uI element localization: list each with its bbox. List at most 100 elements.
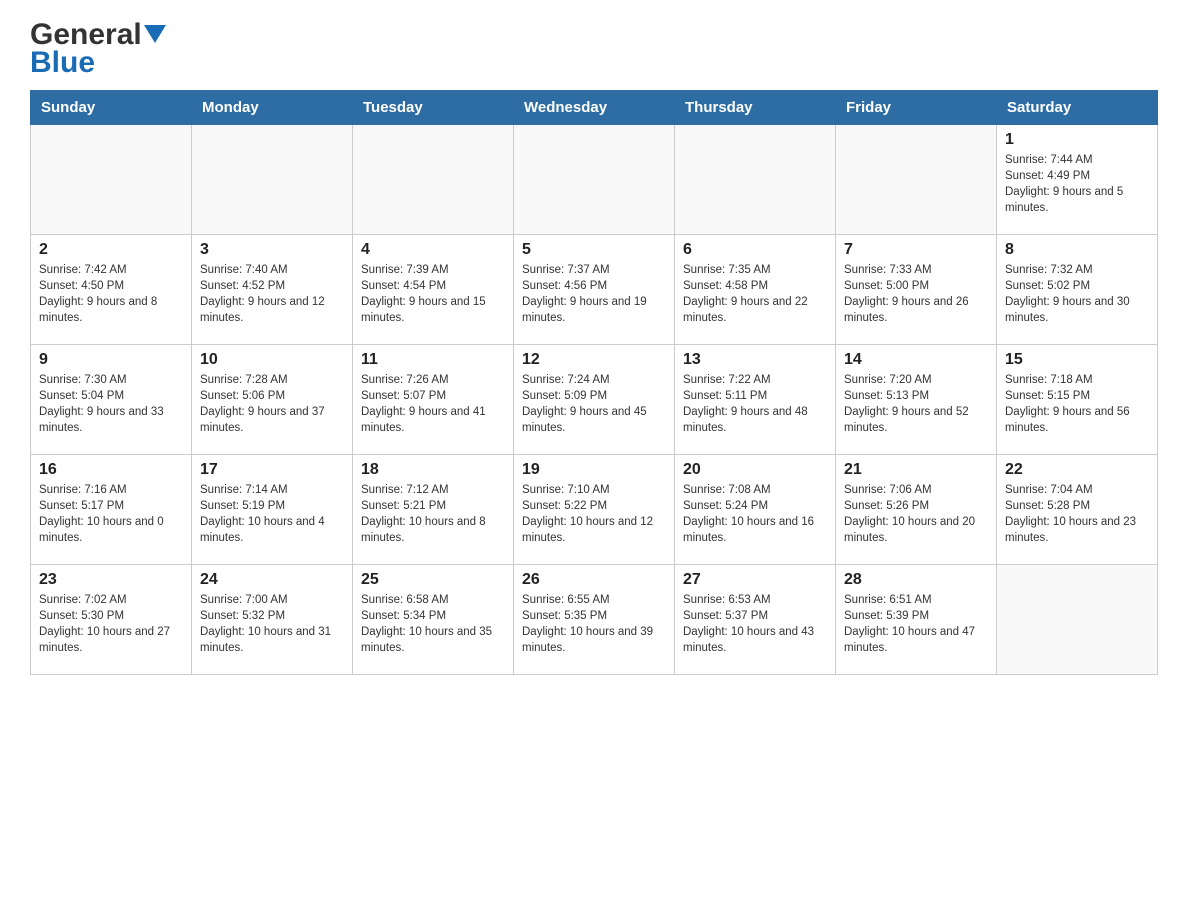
calendar-cell: 26 Sunrise: 6:55 AMSunset: 5:35 PMDayligh… <box>514 565 675 675</box>
day-number: 6 <box>683 241 827 259</box>
calendar-cell: 2 Sunrise: 7:42 AMSunset: 4:50 PMDaylight… <box>31 235 192 345</box>
calendar-cell: 3 Sunrise: 7:40 AMSunset: 4:52 PMDaylight… <box>192 235 353 345</box>
calendar-cell: 16 Sunrise: 7:16 AMSunset: 5:17 PMDayligh… <box>31 455 192 565</box>
day-info: Sunrise: 6:53 AMSunset: 5:37 PMDaylight:… <box>683 592 827 656</box>
calendar-cell: 24 Sunrise: 7:00 AMSunset: 5:32 PMDayligh… <box>192 565 353 675</box>
calendar-cell <box>675 125 836 235</box>
day-info: Sunrise: 6:51 AMSunset: 5:39 PMDaylight:… <box>844 592 988 656</box>
day-info: Sunrise: 7:08 AMSunset: 5:24 PMDaylight:… <box>683 482 827 546</box>
day-number: 1 <box>1005 131 1149 149</box>
calendar-cell: 15 Sunrise: 7:18 AMSunset: 5:15 PMDayligh… <box>997 345 1158 455</box>
day-number: 10 <box>200 351 344 369</box>
calendar-cell: 8 Sunrise: 7:32 AMSunset: 5:02 PMDaylight… <box>997 235 1158 345</box>
day-info: Sunrise: 7:12 AMSunset: 5:21 PMDaylight:… <box>361 482 505 546</box>
day-info: Sunrise: 7:44 AMSunset: 4:49 PMDaylight:… <box>1005 152 1149 216</box>
calendar-cell: 17 Sunrise: 7:14 AMSunset: 5:19 PMDayligh… <box>192 455 353 565</box>
day-number: 8 <box>1005 241 1149 259</box>
weekday-header-wednesday: Wednesday <box>514 91 675 125</box>
day-number: 7 <box>844 241 988 259</box>
calendar-cell <box>31 125 192 235</box>
day-number: 11 <box>361 351 505 369</box>
calendar-cell: 6 Sunrise: 7:35 AMSunset: 4:58 PMDaylight… <box>675 235 836 345</box>
day-info: Sunrise: 7:26 AMSunset: 5:07 PMDaylight:… <box>361 372 505 436</box>
day-number: 23 <box>39 571 183 589</box>
calendar-cell: 25 Sunrise: 6:58 AMSunset: 5:34 PMDayligh… <box>353 565 514 675</box>
calendar-cell: 23 Sunrise: 7:02 AMSunset: 5:30 PMDayligh… <box>31 565 192 675</box>
day-number: 12 <box>522 351 666 369</box>
day-number: 21 <box>844 461 988 479</box>
calendar-cell: 12 Sunrise: 7:24 AMSunset: 5:09 PMDayligh… <box>514 345 675 455</box>
calendar-cell: 4 Sunrise: 7:39 AMSunset: 4:54 PMDaylight… <box>353 235 514 345</box>
calendar-cell: 22 Sunrise: 7:04 AMSunset: 5:28 PMDayligh… <box>997 455 1158 565</box>
day-number: 13 <box>683 351 827 369</box>
day-number: 15 <box>1005 351 1149 369</box>
day-number: 4 <box>361 241 505 259</box>
logo-blue: Blue <box>30 46 95 80</box>
day-info: Sunrise: 7:16 AMSunset: 5:17 PMDaylight:… <box>39 482 183 546</box>
day-info: Sunrise: 7:35 AMSunset: 4:58 PMDaylight:… <box>683 262 827 326</box>
day-number: 24 <box>200 571 344 589</box>
day-info: Sunrise: 7:42 AMSunset: 4:50 PMDaylight:… <box>39 262 183 326</box>
day-info: Sunrise: 7:20 AMSunset: 5:13 PMDaylight:… <box>844 372 988 436</box>
day-number: 3 <box>200 241 344 259</box>
weekday-header-friday: Friday <box>836 91 997 125</box>
calendar-cell: 11 Sunrise: 7:26 AMSunset: 5:07 PMDayligh… <box>353 345 514 455</box>
day-info: Sunrise: 7:22 AMSunset: 5:11 PMDaylight:… <box>683 372 827 436</box>
day-number: 9 <box>39 351 183 369</box>
calendar-cell: 19 Sunrise: 7:10 AMSunset: 5:22 PMDayligh… <box>514 455 675 565</box>
page-header: General Blue <box>30 20 1158 80</box>
day-info: Sunrise: 7:10 AMSunset: 5:22 PMDaylight:… <box>522 482 666 546</box>
day-info: Sunrise: 7:04 AMSunset: 5:28 PMDaylight:… <box>1005 482 1149 546</box>
calendar-cell <box>836 125 997 235</box>
day-info: Sunrise: 7:14 AMSunset: 5:19 PMDaylight:… <box>200 482 344 546</box>
day-number: 27 <box>683 571 827 589</box>
calendar-cell <box>997 565 1158 675</box>
weekday-header-tuesday: Tuesday <box>353 91 514 125</box>
day-info: Sunrise: 7:30 AMSunset: 5:04 PMDaylight:… <box>39 372 183 436</box>
calendar-cell: 14 Sunrise: 7:20 AMSunset: 5:13 PMDayligh… <box>836 345 997 455</box>
day-info: Sunrise: 7:24 AMSunset: 5:09 PMDaylight:… <box>522 372 666 436</box>
calendar-cell <box>192 125 353 235</box>
logo-arrow-icon <box>144 25 166 47</box>
day-number: 18 <box>361 461 505 479</box>
calendar-cell: 9 Sunrise: 7:30 AMSunset: 5:04 PMDaylight… <box>31 345 192 455</box>
day-info: Sunrise: 7:02 AMSunset: 5:30 PMDaylight:… <box>39 592 183 656</box>
weekday-header-sunday: Sunday <box>31 91 192 125</box>
calendar-cell: 28 Sunrise: 6:51 AMSunset: 5:39 PMDayligh… <box>836 565 997 675</box>
calendar-cell <box>514 125 675 235</box>
day-number: 25 <box>361 571 505 589</box>
calendar-cell <box>353 125 514 235</box>
day-info: Sunrise: 7:37 AMSunset: 4:56 PMDaylight:… <box>522 262 666 326</box>
day-number: 5 <box>522 241 666 259</box>
day-number: 19 <box>522 461 666 479</box>
weekday-header-saturday: Saturday <box>997 91 1158 125</box>
day-number: 28 <box>844 571 988 589</box>
day-number: 16 <box>39 461 183 479</box>
day-info: Sunrise: 7:40 AMSunset: 4:52 PMDaylight:… <box>200 262 344 326</box>
weekday-header-monday: Monday <box>192 91 353 125</box>
day-info: Sunrise: 7:39 AMSunset: 4:54 PMDaylight:… <box>361 262 505 326</box>
calendar-table: SundayMondayTuesdayWednesdayThursdayFrid… <box>30 90 1158 675</box>
day-info: Sunrise: 7:00 AMSunset: 5:32 PMDaylight:… <box>200 592 344 656</box>
day-number: 26 <box>522 571 666 589</box>
day-number: 17 <box>200 461 344 479</box>
day-info: Sunrise: 6:55 AMSunset: 5:35 PMDaylight:… <box>522 592 666 656</box>
day-info: Sunrise: 6:58 AMSunset: 5:34 PMDaylight:… <box>361 592 505 656</box>
day-info: Sunrise: 7:32 AMSunset: 5:02 PMDaylight:… <box>1005 262 1149 326</box>
calendar-cell: 18 Sunrise: 7:12 AMSunset: 5:21 PMDayligh… <box>353 455 514 565</box>
calendar-cell: 20 Sunrise: 7:08 AMSunset: 5:24 PMDayligh… <box>675 455 836 565</box>
day-number: 20 <box>683 461 827 479</box>
calendar-cell: 10 Sunrise: 7:28 AMSunset: 5:06 PMDayligh… <box>192 345 353 455</box>
day-info: Sunrise: 7:18 AMSunset: 5:15 PMDaylight:… <box>1005 372 1149 436</box>
logo: General Blue <box>30 20 166 80</box>
calendar-cell: 21 Sunrise: 7:06 AMSunset: 5:26 PMDayligh… <box>836 455 997 565</box>
day-number: 22 <box>1005 461 1149 479</box>
calendar-cell: 27 Sunrise: 6:53 AMSunset: 5:37 PMDayligh… <box>675 565 836 675</box>
day-info: Sunrise: 7:06 AMSunset: 5:26 PMDaylight:… <box>844 482 988 546</box>
day-number: 2 <box>39 241 183 259</box>
day-number: 14 <box>844 351 988 369</box>
day-info: Sunrise: 7:28 AMSunset: 5:06 PMDaylight:… <box>200 372 344 436</box>
calendar-cell: 7 Sunrise: 7:33 AMSunset: 5:00 PMDaylight… <box>836 235 997 345</box>
weekday-header-thursday: Thursday <box>675 91 836 125</box>
day-info: Sunrise: 7:33 AMSunset: 5:00 PMDaylight:… <box>844 262 988 326</box>
